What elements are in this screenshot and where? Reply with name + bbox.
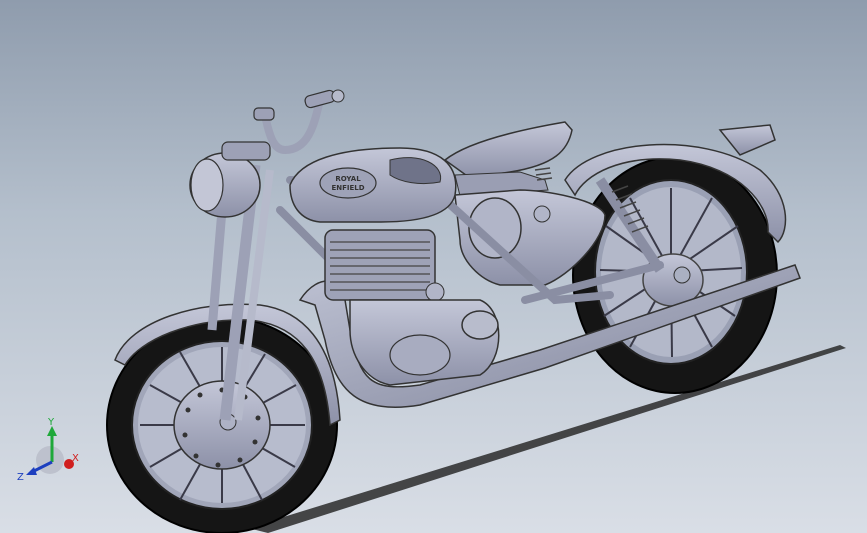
motorcycle-model[interactable]: ROYAL ENFIELD bbox=[0, 0, 867, 533]
z-axis-label: Z bbox=[17, 472, 24, 483]
headlamp-nacelle bbox=[221, 141, 271, 161]
headlight bbox=[189, 152, 261, 218]
front-wheel bbox=[106, 316, 338, 533]
tank-badge: ROYAL ENFIELD bbox=[319, 167, 377, 199]
tank-badge-line1: ROYAL bbox=[335, 175, 361, 183]
tank-badge-line2: ENFIELD bbox=[331, 184, 364, 192]
y-axis-label: Y bbox=[47, 417, 55, 428]
x-axis-label: X bbox=[72, 453, 79, 464]
graphics-viewport[interactable]: ROYAL ENFIELD Y Z X bbox=[0, 0, 867, 533]
handlebar bbox=[253, 89, 345, 155]
orientation-triad: Y Z X bbox=[17, 417, 79, 483]
rear-carrier bbox=[718, 124, 776, 156]
seat bbox=[443, 121, 573, 179]
